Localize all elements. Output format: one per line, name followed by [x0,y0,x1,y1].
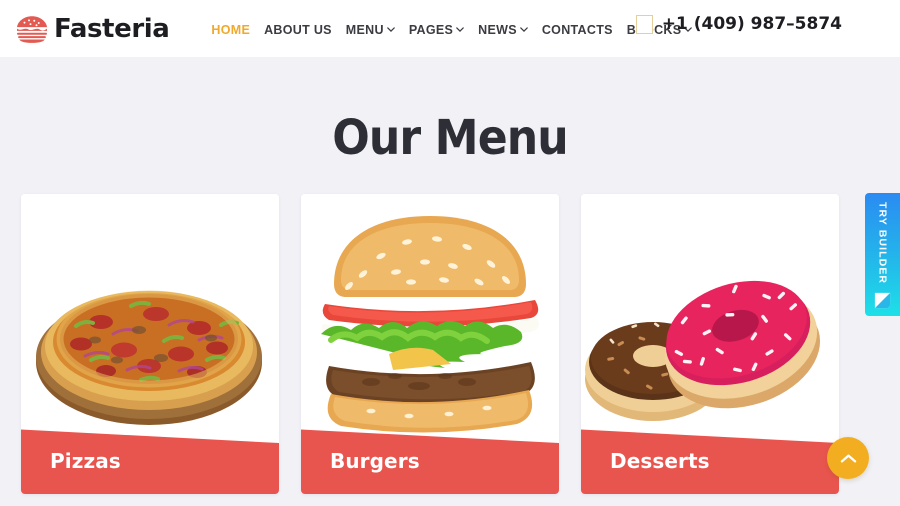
card-title-desserts: Desserts [610,449,710,473]
burger-photo [301,194,559,442]
menu-card-desserts[interactable]: Desserts [581,194,839,494]
phone-icon [635,14,653,34]
nav-label: PAGES [408,22,454,37]
chevron-down-icon [520,27,528,32]
card-title-pizzas: Pizzas [50,449,121,473]
nav-item-pages[interactable]: PAGES [409,23,464,37]
nav-label: NEWS [478,22,517,37]
main-navigation: HOME ABOUT US MENU PAGES NEWS CONTACTS B… [211,21,693,37]
desserts-photo [581,194,839,442]
header-phone[interactable]: +1 (409) 987–5874 [635,14,842,34]
menu-card-burgers[interactable]: Burgers [301,194,559,494]
chevron-down-icon [387,27,395,32]
page-title: Our Menu [332,110,568,166]
nav-item-contacts[interactable]: CONTACTS [542,23,613,37]
nav-item-home[interactable]: HOME [211,23,250,37]
brand-name: Fasteria [54,13,170,44]
pizza-photo [21,194,279,442]
nav-item-menu[interactable]: MENU [346,23,395,37]
nav-item-news[interactable]: NEWS [478,23,528,37]
nav-item-about-us[interactable]: ABOUT US [264,23,332,37]
chevron-down-icon [456,27,464,32]
site-header: Fasteria HOME ABOUT US MENU PAGES NEWS C… [0,0,900,57]
menu-card-pizzas[interactable]: Pizzas [21,194,279,494]
brand-logo[interactable]: Fasteria [14,13,170,44]
builder-logo-icon [874,293,891,309]
burger-logo-icon [17,15,47,43]
nav-label: HOME [211,22,251,37]
phone-number: +1 (409) 987–5874 [661,14,842,34]
menu-cards-grid: Pizzas Burgers Desserts [21,194,881,494]
try-builder-tab[interactable]: TRY BUILDER [865,193,900,316]
nav-label: ABOUT US [264,22,332,37]
scroll-to-top-button[interactable] [827,437,869,479]
nav-label: MENU [345,22,384,37]
try-builder-label: TRY BUILDER [876,202,889,285]
card-title-burgers: Burgers [330,449,420,473]
nav-label: CONTACTS [541,22,613,37]
chevron-up-icon [840,454,856,462]
